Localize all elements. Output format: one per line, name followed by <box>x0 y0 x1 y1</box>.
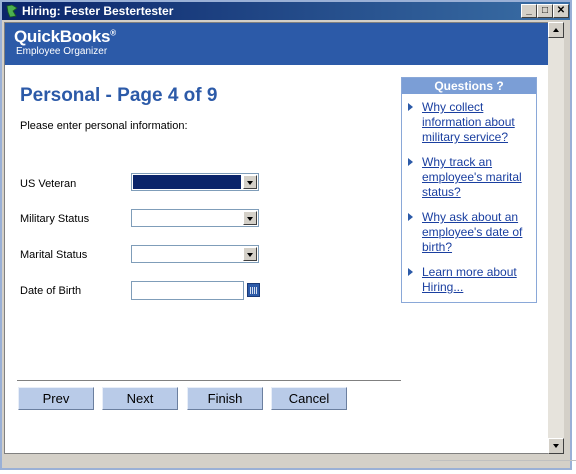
marital-status-value <box>133 247 241 261</box>
question-item[interactable]: Why collect information about military s… <box>408 100 532 145</box>
page-instruction: Please enter personal information: <box>20 120 188 132</box>
chevron-down-icon[interactable] <box>243 175 257 189</box>
product-banner: QuickBooks® Employee Organizer <box>5 23 551 65</box>
question-link[interactable]: Why collect information about military s… <box>422 100 532 145</box>
maximize-button[interactable]: □ <box>537 4 553 18</box>
page-title: Personal - Page 4 of 9 <box>20 85 218 106</box>
vertical-scrollbar[interactable] <box>548 22 564 454</box>
date-of-birth-field[interactable] <box>131 281 244 300</box>
minimize-button[interactable]: _ <box>521 4 537 18</box>
date-of-birth-label: Date of Birth <box>20 285 82 297</box>
military-status-value <box>133 211 241 225</box>
marital-status-select[interactable] <box>131 245 259 263</box>
bullet-arrow-icon <box>408 158 413 166</box>
us-veteran-select[interactable] <box>131 173 259 191</box>
title-bar[interactable]: Hiring: Fester Bestertester _ □ ✕ <box>2 2 570 20</box>
question-item[interactable]: Why track an employee's marital status? <box>408 155 532 200</box>
questions-panel: Questions ? Why collect information abou… <box>401 77 537 303</box>
status-divider <box>430 460 576 461</box>
next-button[interactable]: Next <box>102 387 178 410</box>
window-title: Hiring: Fester Bestertester <box>22 4 174 18</box>
button-divider <box>17 380 401 382</box>
finish-button[interactable]: Finish <box>187 387 263 410</box>
question-link[interactable]: Learn more about Hiring... <box>422 265 532 295</box>
military-status-label: Military Status <box>20 213 90 225</box>
question-item[interactable]: Why ask about an employee's date of birt… <box>408 210 532 255</box>
close-button[interactable]: ✕ <box>553 4 569 18</box>
us-veteran-value <box>133 175 241 189</box>
scroll-down-icon[interactable] <box>548 438 564 454</box>
client-area: QuickBooks® Employee Organizer Personal … <box>4 22 552 454</box>
chevron-down-icon[interactable] <box>243 211 257 225</box>
brand-subtitle: Employee Organizer <box>16 46 108 57</box>
us-veteran-label: US Veteran <box>20 178 77 190</box>
question-link[interactable]: Why ask about an employee's date of birt… <box>422 210 532 255</box>
bullet-arrow-icon <box>408 103 413 111</box>
bullet-arrow-icon <box>408 268 413 276</box>
brand-logo: QuickBooks® <box>14 27 116 46</box>
app-icon <box>6 4 18 18</box>
chevron-down-icon[interactable] <box>243 247 257 261</box>
calendar-icon[interactable] <box>247 283 260 297</box>
close-icon: ✕ <box>556 5 566 16</box>
question-item[interactable]: Learn more about Hiring... <box>408 265 532 295</box>
scroll-up-icon[interactable] <box>548 22 564 38</box>
prev-button[interactable]: Prev <box>18 387 94 410</box>
maximize-icon: □ <box>541 5 549 16</box>
marital-status-label: Marital Status <box>20 249 88 261</box>
military-status-select[interactable] <box>131 209 259 227</box>
minimize-icon: _ <box>526 5 532 16</box>
questions-header: Questions ? <box>402 78 536 94</box>
cancel-button[interactable]: Cancel <box>271 387 347 410</box>
bullet-arrow-icon <box>408 213 413 221</box>
question-link[interactable]: Why track an employee's marital status? <box>422 155 532 200</box>
